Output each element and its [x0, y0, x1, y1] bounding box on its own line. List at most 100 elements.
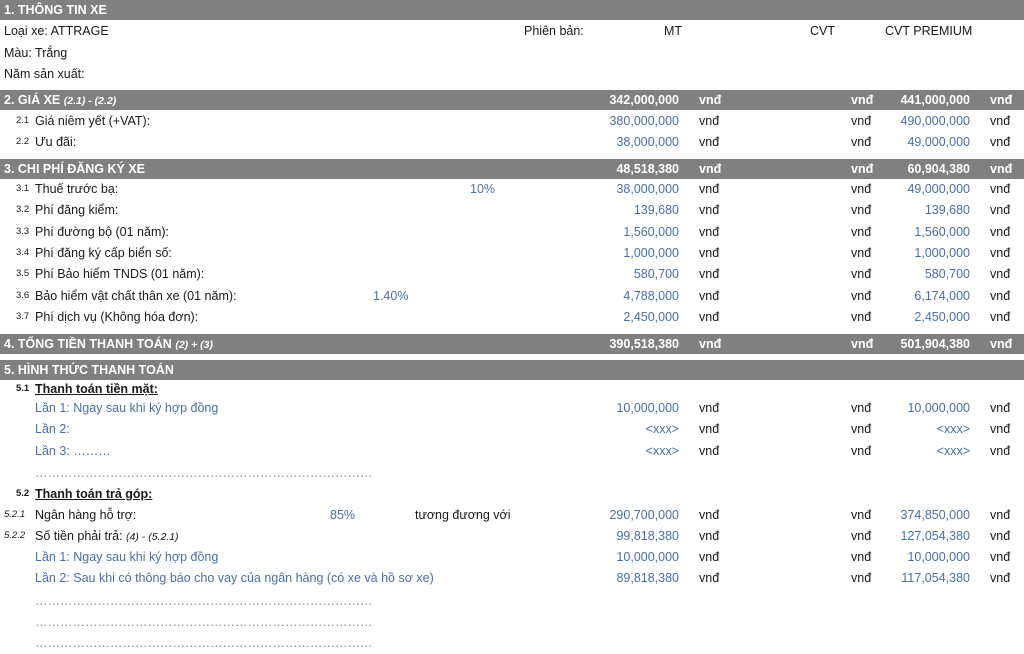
amount-mt: 580,700 — [633, 267, 679, 282]
row-label: Phí đăng kiểm: — [35, 203, 119, 218]
unit: vnđ — [990, 422, 1011, 437]
unit: vnđ — [851, 203, 872, 218]
unit: vnđ — [851, 309, 872, 324]
version-cvt-premium: CVT PREMIUM — [885, 24, 973, 38]
sub-number: 5.1 — [16, 383, 30, 394]
total-premium: 441,000,000 — [900, 93, 970, 107]
unit: vnđ — [990, 224, 1011, 239]
unit: vnđ — [699, 443, 720, 458]
fee-item-row: 3.4 Phí đăng ký cấp biển số: 1,000,000 vnđ v… — [0, 246, 1024, 266]
row-number: 3.5 — [16, 268, 30, 280]
amount-mt: 1,560,000 — [623, 224, 679, 239]
amount-premium: 580,700 — [924, 267, 970, 282]
unit: vnđ — [851, 93, 874, 107]
amount-premium: 49,000,000 — [907, 182, 970, 196]
version-label: Phiên bản: — [524, 24, 584, 38]
unit: vnđ — [990, 550, 1011, 564]
row-label: Bảo hiểm vật chất thân xe (01 năm): — [35, 288, 237, 303]
row-label: Ưu đãi: — [35, 135, 77, 149]
pay-label: Số tiền phải trả: (4) - (5.2.1) — [35, 529, 179, 543]
amount-mt: 1,000,000 — [623, 245, 679, 260]
unit: vnđ — [851, 571, 872, 586]
unit: vnđ — [990, 401, 1011, 415]
row-label: Lần 1: Ngay sau khi ký hợp đồng — [35, 550, 219, 564]
section-3-header: 3. CHI PHÍ ĐĂNG KÝ XE 48,518,380 vnđ vnđ… — [0, 159, 1024, 179]
unit: vnđ — [990, 288, 1011, 303]
row-number: 3.2 — [16, 204, 30, 216]
color-row: Màu: Trắng — [0, 46, 1024, 66]
unit: vnđ — [851, 182, 872, 196]
unit: vnđ — [699, 529, 720, 543]
version-mt: MT — [664, 24, 683, 38]
unit: vnđ — [990, 245, 1011, 260]
unit: vnđ — [851, 550, 872, 564]
unit: vnđ — [851, 422, 872, 437]
placeholder-dots: ……………………………………………………………………… — [35, 615, 373, 629]
unit: vnđ — [699, 245, 720, 260]
unit: vnđ — [990, 571, 1011, 586]
section-title: 3. CHI PHÍ ĐĂNG KÝ XE — [4, 162, 145, 176]
unit: vnđ — [699, 337, 722, 351]
pay-premium: 127,054,380 — [900, 529, 970, 543]
pay-row: 5.2.2 Số tiền phải trả: (4) - (5.2.1) 99… — [0, 529, 1024, 549]
unit: vnđ — [851, 162, 874, 176]
amount-premium: 139,680 — [924, 203, 970, 218]
unit: vnđ — [851, 245, 872, 260]
vehicle-type: Loại xe: ATTRAGE — [4, 24, 109, 38]
placeholder-dots: ……………………………………………………………………… — [35, 466, 373, 480]
fee-item-row: 3.2 Phí đăng kiểm: 139,680 vnđ vnđ 139,680 vnđ — [0, 203, 1024, 223]
vehicle-type-row: Loại xe: ATTRAGE Phiên bản: MT CVT CVT P… — [0, 24, 1024, 44]
amount-premium: 1,560,000 — [914, 224, 970, 239]
unit: vnđ — [990, 267, 1011, 282]
amount-mt: 38,000,000 — [616, 182, 679, 196]
amount-premium: 6,174,000 — [914, 288, 970, 303]
row-number: 3.7 — [16, 310, 30, 322]
unit: vnđ — [699, 182, 720, 196]
unit: vnđ — [851, 224, 872, 239]
cash-payment-row: Lần 2: <xxx> vnđ vnđ <xxx> vnđ — [0, 422, 1024, 442]
unit: vnđ — [990, 203, 1011, 218]
row-label: Phí đường bộ (01 năm): — [35, 224, 169, 239]
section-4-header: 4. TỔNG TIỀN THANH TOÁN (2) + (3) 390,51… — [0, 334, 1024, 354]
unit: vnđ — [990, 114, 1011, 128]
total-mt: 48,518,380 — [616, 162, 679, 176]
amount-premium: 49,000,000 — [907, 135, 970, 149]
unit: vnđ — [990, 162, 1013, 176]
amount-premium: 1,000,000 — [914, 245, 970, 260]
unit: vnđ — [699, 114, 720, 128]
row-number: 3.3 — [16, 225, 30, 237]
unit: vnđ — [990, 309, 1011, 324]
unit: vnđ — [699, 224, 720, 239]
amount-mt: 139,680 — [633, 203, 679, 218]
bank-label: Ngân hàng hỗ trợ: — [35, 508, 137, 522]
section-title: 1. THÔNG TIN XE — [4, 3, 107, 17]
vehicle-color: Màu: Trắng — [4, 46, 68, 60]
unit: vnđ — [699, 550, 720, 564]
fee-item-row: 3.6 Bảo hiểm vật chất thân xe (01 năm): 1.… — [0, 289, 1024, 309]
unit: vnđ — [851, 529, 872, 543]
fee-item-row: 3.1 Thuế trước bạ: 10% 38,000,000 vnđ vnđ 49,0… — [0, 182, 1024, 202]
year-row: Năm sản xuất: — [0, 67, 1024, 87]
unit: vnđ — [990, 443, 1011, 458]
unit: vnđ — [699, 93, 722, 107]
unit: vnđ — [851, 337, 874, 351]
unit: vnđ — [990, 135, 1011, 149]
total-premium: 501,904,380 — [900, 337, 970, 351]
unit: vnđ — [699, 203, 720, 218]
amount-mt: 380,000,000 — [609, 114, 679, 128]
unit: vnđ — [851, 508, 872, 522]
sub-label: Thanh toán tiền mặt: — [35, 382, 158, 396]
price-item-row: 2.2 Ưu đãi: 38,000,000 vnđ vnđ 49,000,000 vnđ — [0, 135, 1024, 155]
section-2-header: 2. GIÁ XE (2.1) - (2.2) 342,000,000 vnđ … — [0, 90, 1024, 110]
amount-premium: 10,000,000 — [907, 550, 970, 564]
installment-subheader: 5.2 Thanh toán trả góp: — [0, 487, 1024, 507]
unit: vnđ — [990, 529, 1011, 543]
row-number: 2.1 — [16, 115, 30, 126]
unit: vnđ — [851, 401, 872, 415]
section-title: 4. TỔNG TIỀN THANH TOÁN (2) + (3) — [4, 337, 213, 351]
total-premium: 60,904,380 — [907, 162, 970, 176]
cash-payment-row: Lần 3: ……… <xxx> vnđ vnđ <xxx> vnđ — [0, 444, 1024, 464]
manufacture-year: Năm sản xuất: — [4, 67, 85, 81]
amount-mt: 10,000,000 — [616, 401, 679, 415]
amount-premium: 117,054,380 — [901, 571, 970, 586]
